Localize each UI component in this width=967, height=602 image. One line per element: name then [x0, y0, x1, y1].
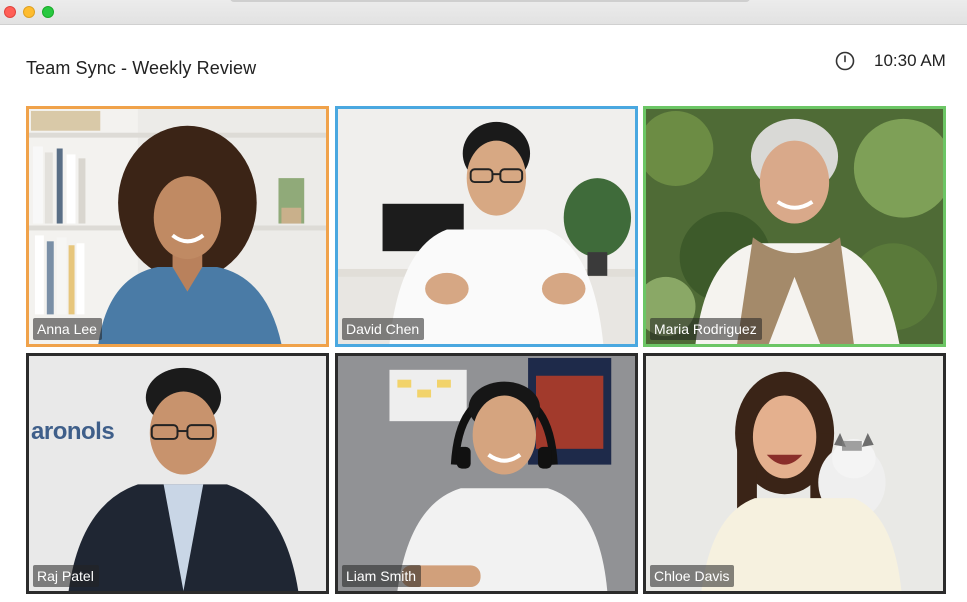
video-feed: [646, 109, 943, 344]
participant-name-tag: Maria Rodriguez: [650, 318, 762, 340]
clock-icon: [835, 51, 855, 71]
video-feed: [338, 109, 635, 344]
meeting-time: 10:30 AM: [874, 51, 946, 70]
video-tile-maria-rodriguez[interactable]: Maria Rodriguez: [643, 106, 946, 347]
title-bar: [0, 0, 967, 25]
close-window-button[interactable]: [4, 6, 16, 18]
video-feed: [646, 356, 943, 591]
participant-name-tag: Chloe Davis: [650, 565, 735, 587]
video-tile-raj-patel[interactable]: aronols Raj Patel: [26, 353, 329, 594]
video-tile-anna-lee[interactable]: Anna Lee: [26, 106, 329, 347]
video-feed: [29, 356, 326, 591]
video-feed: [338, 356, 635, 591]
participant-name-tag: David Chen: [342, 318, 425, 340]
maximize-window-button[interactable]: [42, 6, 54, 18]
participant-name-tag: Liam Smith: [342, 565, 422, 587]
minimize-window-button[interactable]: [23, 6, 35, 18]
video-call-window: Team Sync - Weekly Review 10:30 AM Anna …: [0, 0, 967, 602]
participant-name-tag: Anna Lee: [33, 318, 102, 340]
video-tile-liam-smith[interactable]: Liam Smith: [335, 353, 638, 594]
backdrop-logo-text: aronols: [31, 418, 115, 445]
title-bar-notch: [230, 0, 750, 2]
video-tile-chloe-davis[interactable]: Chloe Davis: [643, 353, 946, 594]
meeting-title: Team Sync - Weekly Review: [26, 58, 257, 78]
participant-name-tag: Raj Patel: [33, 565, 99, 587]
video-tile-david-chen[interactable]: David Chen: [335, 106, 638, 347]
video-feed: [29, 109, 326, 344]
